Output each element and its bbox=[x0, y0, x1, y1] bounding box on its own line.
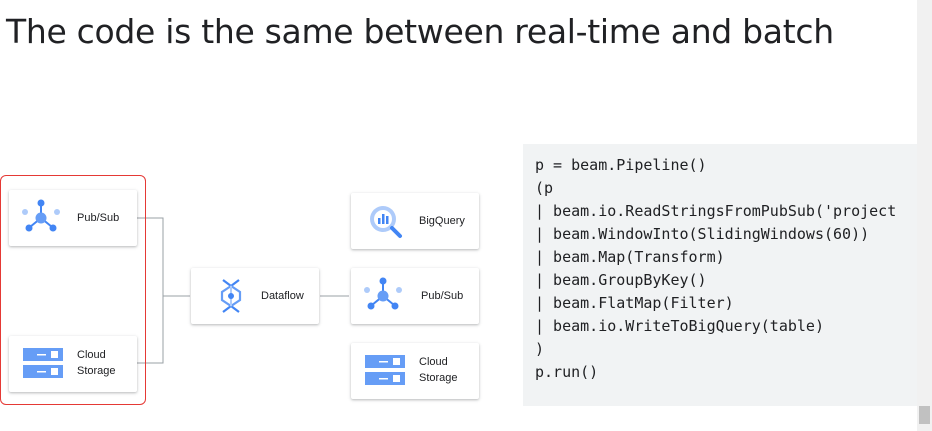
code-line: p = beam.Pipeline() bbox=[535, 156, 707, 174]
cloud-storage-icon bbox=[23, 348, 63, 378]
code-block: p = beam.Pipeline() (p | beam.io.ReadStr… bbox=[523, 144, 917, 406]
source-pubsub-label: Pub/Sub bbox=[77, 212, 120, 224]
source-cloud-storage-node[interactable]: Cloud Storage bbox=[9, 336, 137, 392]
code-line: | beam.GroupByKey() bbox=[535, 271, 707, 289]
sink-storage-label-line1: Cloud bbox=[419, 356, 448, 368]
code-line: | beam.io.WriteToBigQuery(table) bbox=[535, 317, 824, 335]
scrollbar-thumb[interactable] bbox=[919, 406, 930, 424]
pubsub-icon bbox=[364, 277, 402, 310]
bigquery-icon bbox=[370, 206, 402, 238]
source-storage-label-line1: Cloud bbox=[77, 349, 106, 361]
sink-bigquery-node[interactable]: BigQuery bbox=[351, 193, 479, 249]
sink-pubsub-label: Pub/Sub bbox=[421, 290, 464, 302]
code-line: ) bbox=[535, 340, 545, 358]
code-line: | beam.io.ReadStringsFromPubSub('project bbox=[535, 202, 897, 220]
code-line: p.run() bbox=[535, 363, 599, 381]
scrollbar-track[interactable] bbox=[917, 0, 932, 431]
code-line: | beam.WindowInto(SlidingWindows(60)) bbox=[535, 225, 870, 243]
cloud-storage-icon bbox=[365, 355, 405, 385]
code-line: | beam.Map(Transform) bbox=[535, 248, 725, 266]
sink-bigquery-label: BigQuery bbox=[419, 215, 465, 227]
sink-pubsub-node[interactable]: Pub/Sub bbox=[351, 268, 479, 324]
code-line: (p bbox=[535, 179, 554, 197]
code-line: | beam.FlatMap(Filter) bbox=[535, 294, 734, 312]
sink-storage-label-line2: Storage bbox=[419, 372, 458, 384]
dataflow-label: Dataflow bbox=[261, 290, 304, 302]
dataflow-node[interactable]: Dataflow bbox=[191, 268, 319, 324]
source-pubsub-node[interactable]: Pub/Sub bbox=[9, 190, 137, 246]
source-storage-label-line2: Storage bbox=[77, 365, 116, 377]
dataflow-icon bbox=[220, 279, 242, 313]
pubsub-icon bbox=[22, 199, 60, 232]
sink-cloud-storage-node[interactable]: Cloud Storage bbox=[351, 343, 479, 399]
